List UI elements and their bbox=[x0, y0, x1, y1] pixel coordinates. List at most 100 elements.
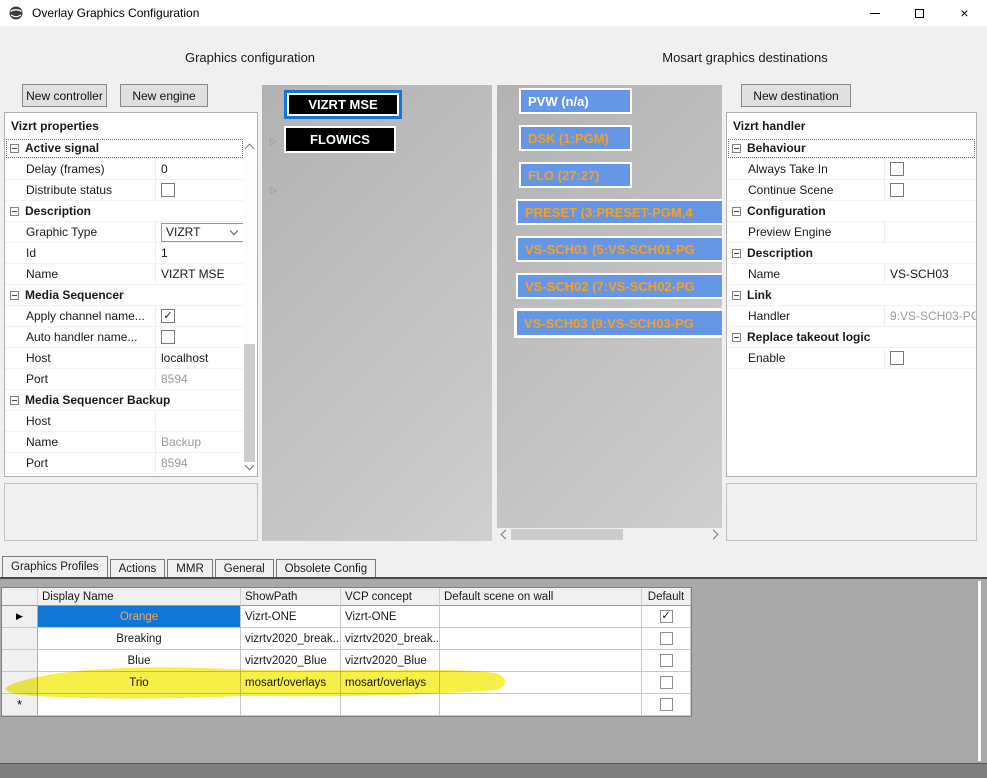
preview-engine-value[interactable] bbox=[884, 222, 976, 242]
horizontal-scrollbar[interactable] bbox=[497, 528, 722, 541]
property-row-delay[interactable]: Delay (frames) 0 bbox=[5, 159, 244, 180]
backup-name-value[interactable]: Backup bbox=[155, 432, 244, 452]
destination-dsk[interactable]: DSK (1:PGM) bbox=[519, 125, 632, 151]
new-destination-button[interactable]: New destination bbox=[741, 84, 851, 107]
property-row-distribute-status[interactable]: Distribute status bbox=[5, 180, 244, 201]
name-value[interactable]: VIZRT MSE bbox=[155, 264, 244, 284]
collapse-minus-icon[interactable] bbox=[732, 144, 741, 153]
cell-vcp-concept[interactable]: mosart/overlays bbox=[341, 672, 440, 694]
category-media-sequencer[interactable]: Media Sequencer bbox=[5, 285, 244, 306]
destination-pvw[interactable]: PVW (n/a) bbox=[519, 88, 632, 114]
vertical-scrollbar[interactable] bbox=[243, 139, 256, 475]
cell-default-scene[interactable] bbox=[440, 628, 642, 650]
close-button[interactable]: × bbox=[942, 0, 987, 26]
property-row-graphic-type[interactable]: Graphic Type VIZRT bbox=[5, 222, 244, 243]
id-value[interactable]: 1 bbox=[155, 243, 244, 263]
property-row-backup-host[interactable]: Host bbox=[5, 411, 244, 432]
category-media-sequencer-backup[interactable]: Media Sequencer Backup bbox=[5, 390, 244, 411]
collapse-minus-icon[interactable] bbox=[732, 249, 741, 258]
property-row-continue-scene[interactable]: Continue Scene bbox=[727, 180, 976, 201]
cell-showpath[interactable]: Vizrt-ONE bbox=[241, 606, 341, 628]
default-checkbox[interactable] bbox=[660, 698, 673, 711]
apply-channel-name-checkbox[interactable]: ✓ bbox=[161, 309, 175, 323]
grid-row-trio[interactable]: Trio mosart/overlays mosart/overlays bbox=[2, 672, 691, 694]
column-default[interactable]: Default bbox=[642, 588, 691, 606]
destination-flo[interactable]: FLO (27:27) bbox=[519, 162, 632, 188]
continue-scene-checkbox[interactable] bbox=[890, 183, 904, 197]
default-checkbox[interactable] bbox=[660, 632, 673, 645]
destination-vs-sch01[interactable]: VS-SCH01 (5:VS-SCH01-PG bbox=[516, 236, 722, 262]
backup-host-value[interactable] bbox=[155, 411, 244, 431]
property-row-handler-name[interactable]: Name VS-SCH03 bbox=[727, 264, 976, 285]
cell-display-name[interactable]: Orange bbox=[38, 606, 241, 628]
property-row-apply-channel-name[interactable]: Apply channel name... ✓ bbox=[5, 306, 244, 327]
scrollbar-thumb[interactable] bbox=[244, 344, 255, 462]
tab-actions[interactable]: Actions bbox=[110, 559, 166, 577]
property-row-host[interactable]: Host localhost bbox=[5, 348, 244, 369]
cell-showpath[interactable]: vizrtv2020_Blue bbox=[241, 650, 341, 672]
cell-display-name[interactable] bbox=[38, 694, 241, 716]
tab-obsolete-config[interactable]: Obsolete Config bbox=[276, 559, 376, 577]
property-row-enable[interactable]: Enable bbox=[727, 348, 976, 369]
category-link[interactable]: Link bbox=[727, 285, 976, 306]
property-row-backup-port[interactable]: Port 8594 bbox=[5, 453, 244, 474]
collapse-minus-icon[interactable] bbox=[732, 291, 741, 300]
port-value[interactable]: 8594 bbox=[155, 369, 244, 389]
grid-row-new[interactable]: * bbox=[2, 694, 691, 716]
column-default-scene[interactable]: Default scene on wall bbox=[440, 588, 642, 606]
cell-default-scene[interactable] bbox=[440, 694, 642, 716]
cell-default-scene[interactable] bbox=[440, 650, 642, 672]
property-row-always-take-in[interactable]: Always Take In bbox=[727, 159, 976, 180]
scrollbar-thumb[interactable] bbox=[511, 529, 623, 540]
category-configuration[interactable]: Configuration bbox=[727, 201, 976, 222]
grid-row-blue[interactable]: Blue vizrtv2020_Blue vizrtv2020_Blue bbox=[2, 650, 691, 672]
tree-item-vizrt-mse[interactable]: VIZRT MSE bbox=[284, 90, 402, 119]
grid-row-breaking[interactable]: Breaking vizrtv2020_break... vizrtv2020_… bbox=[2, 628, 691, 650]
cell-display-name[interactable]: Trio bbox=[38, 672, 241, 694]
property-row-preview-engine[interactable]: Preview Engine bbox=[727, 222, 976, 243]
cell-showpath[interactable]: mosart/overlays bbox=[241, 672, 341, 694]
category-description[interactable]: Description bbox=[5, 201, 244, 222]
collapse-minus-icon[interactable] bbox=[732, 333, 741, 342]
cell-default-scene[interactable] bbox=[440, 606, 642, 628]
new-controller-button[interactable]: New controller bbox=[22, 84, 107, 107]
tab-graphics-profiles[interactable]: Graphics Profiles bbox=[2, 556, 108, 577]
cell-display-name[interactable]: Blue bbox=[38, 650, 241, 672]
always-take-in-checkbox[interactable] bbox=[890, 162, 904, 176]
collapse-minus-icon[interactable] bbox=[10, 207, 19, 216]
category-replace-takeout-logic[interactable]: Replace takeout logic bbox=[727, 327, 976, 348]
column-vcp-concept[interactable]: VCP concept bbox=[341, 588, 440, 606]
cell-vcp-concept[interactable] bbox=[341, 694, 440, 716]
destination-vs-sch02[interactable]: VS-SCH02 (7:VS-SCH02-PG bbox=[516, 273, 722, 299]
maximize-button[interactable] bbox=[897, 0, 942, 26]
auto-handler-name-checkbox[interactable] bbox=[161, 330, 175, 344]
category-behaviour[interactable]: Behaviour bbox=[727, 138, 976, 159]
destination-vs-sch03[interactable]: VS-SCH03 (9:VS-SCH03-PG bbox=[514, 308, 722, 338]
scroll-up-icon[interactable] bbox=[245, 144, 255, 154]
property-row-name[interactable]: Name VIZRT MSE bbox=[5, 264, 244, 285]
cell-vcp-concept[interactable]: vizrtv2020_break... bbox=[341, 628, 440, 650]
delay-value[interactable]: 0 bbox=[155, 159, 244, 179]
collapse-minus-icon[interactable] bbox=[10, 144, 19, 153]
grid-row-orange[interactable]: ▶ Orange Vizrt-ONE Vizrt-ONE ✓ bbox=[2, 606, 691, 628]
default-checkbox[interactable] bbox=[660, 654, 673, 667]
cell-vcp-concept[interactable]: vizrtv2020_Blue bbox=[341, 650, 440, 672]
graphic-type-dropdown[interactable]: VIZRT bbox=[161, 223, 244, 242]
distribute-status-checkbox[interactable] bbox=[161, 183, 175, 197]
minimize-button[interactable] bbox=[852, 0, 897, 26]
property-row-id[interactable]: Id 1 bbox=[5, 243, 244, 264]
tree-expander-icon[interactable]: ▷ bbox=[270, 136, 277, 147]
cell-showpath[interactable] bbox=[241, 694, 341, 716]
category-description[interactable]: Description bbox=[727, 243, 976, 264]
default-checkbox[interactable]: ✓ bbox=[660, 610, 673, 623]
column-display-name[interactable]: Display Name bbox=[38, 588, 241, 606]
new-engine-button[interactable]: New engine bbox=[120, 84, 208, 107]
scroll-right-icon[interactable] bbox=[709, 530, 719, 540]
scroll-left-icon[interactable] bbox=[501, 530, 511, 540]
host-value[interactable]: localhost bbox=[155, 348, 244, 368]
collapse-minus-icon[interactable] bbox=[732, 207, 741, 216]
destination-preset[interactable]: PRESET (3:PRESET-PGM,4 bbox=[516, 199, 722, 225]
enable-checkbox[interactable] bbox=[890, 351, 904, 365]
default-checkbox[interactable] bbox=[660, 676, 673, 689]
tab-mmr[interactable]: MMR bbox=[167, 559, 212, 577]
